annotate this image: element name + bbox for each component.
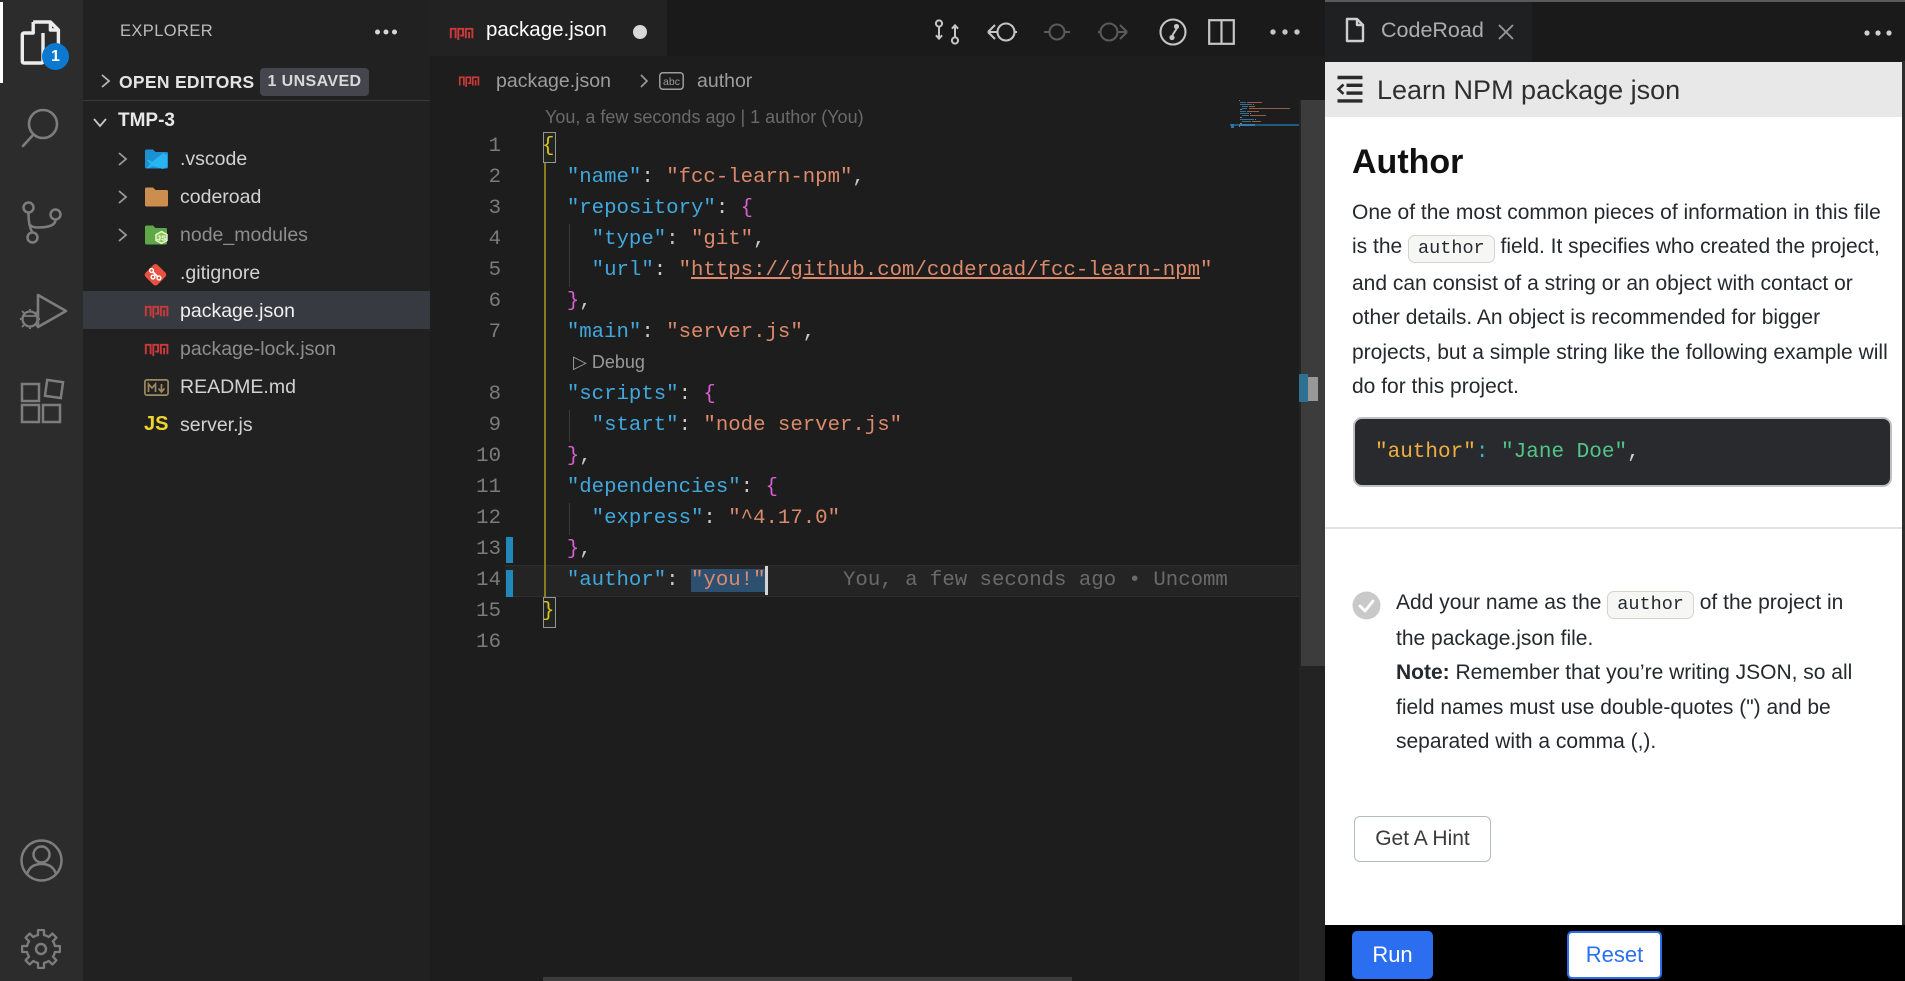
- svg-text:abc: abc: [663, 76, 680, 88]
- svg-text:JS: JS: [157, 234, 166, 243]
